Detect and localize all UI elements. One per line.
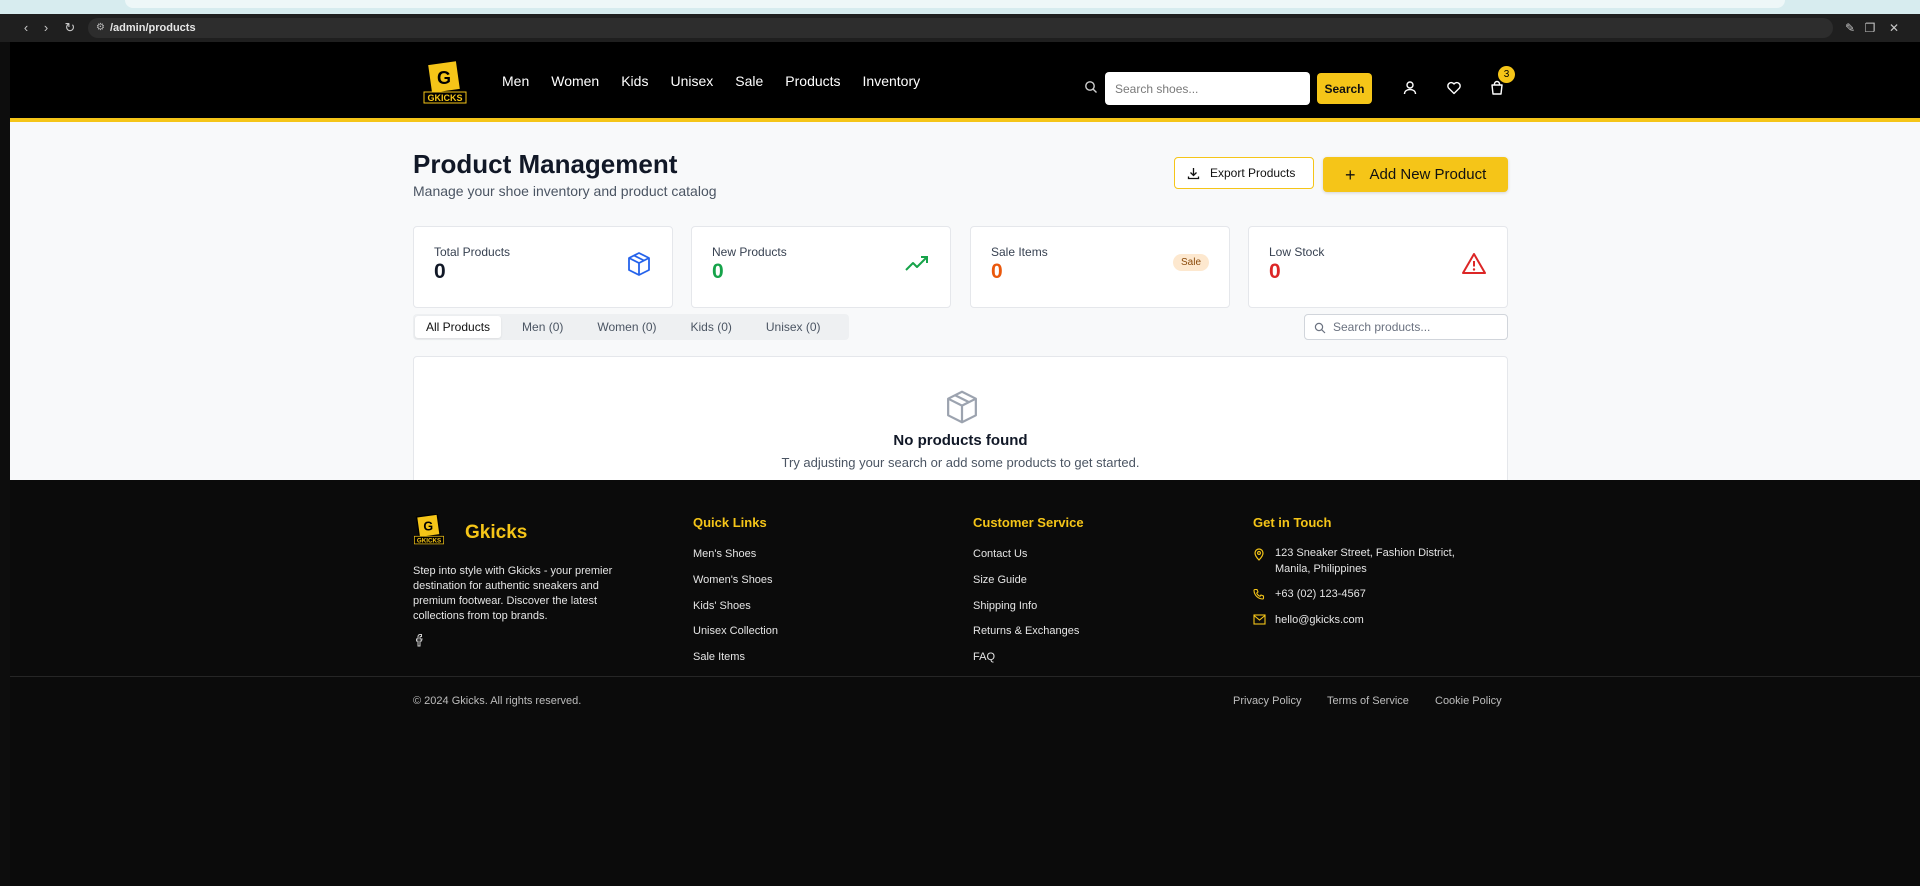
mail-icon	[1253, 614, 1266, 625]
footer-link-mens-shoes[interactable]: Men's Shoes	[693, 548, 756, 560]
add-new-product-label: Add New Product	[1369, 166, 1487, 183]
page-subtitle: Manage your shoe inventory and product c…	[413, 183, 717, 199]
export-products-label: Export Products	[1210, 166, 1296, 180]
site-footer: G GKICKS Gkicks Step into style with Gki…	[10, 480, 1920, 886]
nav-products[interactable]: Products	[785, 72, 840, 90]
cart-count-badge: 3	[1498, 66, 1515, 83]
category-tabs: All Products Men (0) Women (0) Kids (0) …	[413, 314, 849, 340]
footer-copyright: © 2024 Gkicks. All rights reserved.	[413, 695, 582, 707]
warning-icon	[1462, 253, 1486, 274]
forward-icon[interactable]: ›	[38, 20, 54, 36]
stat-value: 0	[434, 260, 446, 283]
tab-men[interactable]: Men (0)	[511, 316, 574, 338]
user-icon[interactable]	[1402, 80, 1418, 96]
address-bar[interactable]: ⚙ /admin/products	[88, 18, 1833, 38]
stat-value: 0	[712, 260, 724, 283]
footer-link-womens-shoes[interactable]: Women's Shoes	[693, 574, 773, 586]
footer-link-terms-of-service[interactable]: Terms of Service	[1327, 695, 1409, 707]
tab-kids[interactable]: Kids (0)	[680, 316, 743, 338]
nav-inventory[interactable]: Inventory	[863, 72, 921, 90]
trending-up-icon	[905, 256, 928, 271]
nav-unisex[interactable]: Unisex	[670, 72, 713, 90]
main-nav: Men Women Kids Unisex Sale Products Inve…	[502, 72, 942, 90]
window-restore-icon[interactable]: ❐	[1862, 20, 1878, 36]
footer-link-size-guide[interactable]: Size Guide	[973, 574, 1027, 586]
address-text: /admin/products	[110, 22, 196, 34]
get-in-touch-title: Get in Touch	[1253, 515, 1332, 530]
heart-icon[interactable]	[1446, 80, 1462, 96]
gkicks-logo[interactable]: G GKICKS	[423, 60, 467, 106]
svg-text:G: G	[423, 520, 433, 534]
footer-brand: Gkicks	[465, 522, 528, 543]
stat-value: 0	[1269, 260, 1281, 283]
footer-divider	[10, 676, 1920, 677]
footer-phone[interactable]: +63 (02) 123-4567	[1275, 587, 1366, 601]
nav-sale[interactable]: Sale	[735, 72, 763, 90]
product-search-input[interactable]	[1333, 318, 1501, 336]
footer-link-cookie-policy[interactable]: Cookie Policy	[1435, 695, 1502, 707]
plus-icon: +	[1345, 164, 1356, 185]
page-title: Product Management	[413, 149, 678, 179]
header-search-input[interactable]	[1105, 72, 1310, 105]
footer-link-shipping-info[interactable]: Shipping Info	[973, 600, 1037, 612]
quick-links-title: Quick Links	[693, 515, 767, 530]
phone-icon	[1253, 588, 1265, 600]
stat-card-total-products: Total Products 0	[413, 226, 673, 308]
footer-address-line1: 123 Sneaker Street, Fashion District,	[1275, 547, 1455, 559]
footer-link-privacy-policy[interactable]: Privacy Policy	[1233, 695, 1301, 707]
os-top-bar	[0, 0, 1920, 14]
footer-link-contact-us[interactable]: Contact Us	[973, 548, 1027, 560]
facebook-icon[interactable]	[414, 633, 426, 647]
browser-toolbar: ‹ › ↻ ⚙ /admin/products ✎ ❐ ✕	[0, 14, 1920, 42]
svg-text:GKICKS: GKICKS	[417, 538, 441, 545]
site-info-icon[interactable]: ⚙	[96, 21, 105, 35]
tab-women[interactable]: Women (0)	[586, 316, 667, 338]
empty-state-title: No products found	[893, 432, 1028, 449]
stat-card-new-products: New Products 0	[691, 226, 951, 308]
stat-card-sale-items: Sale Items 0 Sale	[970, 226, 1230, 308]
os-tab-strip	[125, 0, 1785, 8]
header-search-button[interactable]: Search	[1317, 73, 1372, 104]
package-icon	[947, 390, 977, 424]
sale-badge: Sale	[1172, 254, 1209, 271]
stat-card-low-stock: Low Stock 0	[1248, 226, 1508, 308]
search-icon	[1085, 81, 1097, 93]
footer-link-unisex-collection[interactable]: Unisex Collection	[693, 625, 778, 637]
box-icon	[628, 252, 650, 276]
stat-label: New Products	[712, 245, 787, 259]
footer-link-sale-items[interactable]: Sale Items	[693, 651, 745, 663]
footer-description: Step into style with Gkicks - your premi…	[413, 565, 613, 622]
footer-logo[interactable]: G GKICKS	[413, 514, 445, 546]
page-viewport: G GKICKS Men Women Kids Unisex Sale Prod…	[10, 42, 1920, 886]
footer-link-kids-shoes[interactable]: Kids' Shoes	[693, 600, 751, 612]
stat-label: Sale Items	[991, 245, 1048, 259]
nav-women[interactable]: Women	[551, 72, 599, 90]
stat-label: Low Stock	[1269, 245, 1325, 259]
export-products-button[interactable]: Export Products	[1174, 157, 1314, 189]
search-icon	[1314, 322, 1326, 334]
product-search	[1304, 314, 1508, 340]
site-header: G GKICKS Men Women Kids Unisex Sale Prod…	[10, 42, 1920, 122]
close-window-icon[interactable]: ✕	[1886, 20, 1902, 36]
footer-email[interactable]: hello@gkicks.com	[1275, 613, 1364, 627]
stat-value: 0	[991, 260, 1003, 283]
map-pin-icon	[1254, 548, 1264, 561]
footer-link-returns[interactable]: Returns & Exchanges	[973, 625, 1079, 637]
stat-label: Total Products	[434, 245, 511, 259]
empty-state-text: Try adjusting your search or add some pr…	[781, 455, 1140, 470]
back-icon[interactable]: ‹	[18, 20, 34, 36]
extensions-icon[interactable]: ✎	[1842, 20, 1858, 36]
tab-unisex[interactable]: Unisex (0)	[755, 316, 832, 338]
tab-all-products[interactable]: All Products	[415, 316, 502, 338]
add-new-product-button[interactable]: + Add New Product	[1323, 157, 1508, 192]
customer-service-title: Customer Service	[973, 515, 1084, 530]
footer-link-faq[interactable]: FAQ	[973, 651, 995, 663]
nav-men[interactable]: Men	[502, 72, 529, 90]
svg-text:G: G	[437, 68, 451, 88]
nav-kids[interactable]: Kids	[621, 72, 648, 90]
svg-text:GKICKS: GKICKS	[427, 93, 462, 103]
reload-icon[interactable]: ↻	[62, 20, 78, 36]
download-icon	[1187, 167, 1200, 179]
footer-address-line2: Manila, Philippines	[1275, 563, 1367, 575]
